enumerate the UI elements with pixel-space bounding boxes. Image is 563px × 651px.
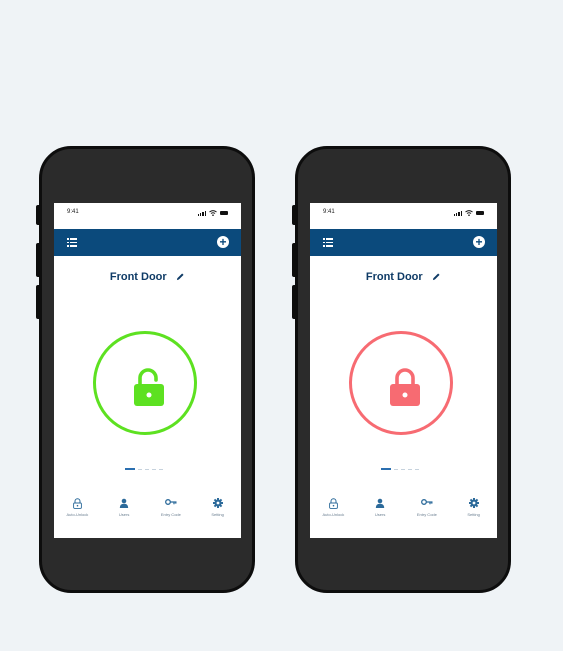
user-icon [375,498,385,508]
user-icon [119,498,129,508]
tab-auto-unlock[interactable]: Auto-Unlock [57,497,97,517]
app-bar: + [310,229,497,256]
door-header: Front Door [54,267,241,285]
tab-label: Users [374,512,386,517]
tab-auto-unlock[interactable]: Auto-Unlock [313,497,353,517]
page-dot[interactable] [401,468,405,470]
phone-unlocked: 9:41 + Front Door Auto-Unlock Users Entr… [36,146,255,593]
tab-users[interactable]: Users [104,497,144,517]
page-dot[interactable] [152,468,156,470]
status-time: 9:41 [67,209,79,215]
list-icon[interactable] [323,238,333,247]
plus-circle-icon[interactable]: + [217,236,229,248]
lock-outline-icon [329,497,338,509]
page-dot-active[interactable] [125,468,135,470]
volume-up-button [36,243,40,277]
page-indicator [381,468,419,470]
phone-locked: 9:41 + Front Door Auto-Unlock Users Entr… [292,146,511,593]
app-bar: + [54,229,241,256]
tab-label: Entry Code [416,512,437,517]
tab-setting[interactable]: Setting [198,497,238,517]
locked-padlock-icon [390,368,420,406]
status-icons [453,210,484,216]
tab-label: Setting [211,512,224,517]
lock-outline-icon [73,497,82,509]
mute-switch [36,205,40,225]
signal-icon [197,210,206,216]
wifi-icon [465,210,473,216]
door-title: Front Door [365,271,423,283]
page-dot[interactable] [408,468,412,470]
phone-screen: 9:41 + Front Door Auto-Unlock Users Entr… [54,203,241,538]
tab-entry-code[interactable]: Entry Code [407,497,447,517]
page-indicator [125,468,163,470]
status-time: 9:41 [323,209,335,215]
page-dot[interactable] [394,468,398,470]
key-icon [420,499,433,505]
pencil-icon[interactable] [432,272,441,281]
page-dot[interactable] [415,468,419,470]
gear-icon [212,498,223,508]
page-dot[interactable] [145,468,149,470]
page-dot[interactable] [159,468,163,470]
mute-switch [292,205,296,225]
tab-label: Auto-Unlock [66,512,89,517]
page-dot-active[interactable] [381,468,391,470]
gear-icon [468,498,479,508]
bottom-tab-bar: Auto-Unlock Users Entry Code Setting [54,497,241,517]
tab-label: Users [118,512,130,517]
tab-label: Auto-Unlock [322,512,345,517]
volume-up-button [292,243,296,277]
status-icons [197,210,228,216]
volume-down-button [292,285,296,319]
phone-screen: 9:41 + Front Door Auto-Unlock Users Entr… [310,203,497,538]
list-icon[interactable] [67,238,77,247]
tab-label: Setting [467,512,480,517]
battery-icon [476,211,484,215]
status-bar: 9:41 [54,203,241,229]
status-bar: 9:41 [310,203,497,229]
tab-entry-code[interactable]: Entry Code [151,497,191,517]
volume-down-button [36,285,40,319]
key-icon [164,499,177,505]
lock-toggle-button[interactable] [349,331,453,435]
tab-label: Entry Code [160,512,181,517]
lock-toggle-button[interactable] [93,331,197,435]
plus-circle-icon[interactable]: + [473,236,485,248]
page-dot[interactable] [138,468,142,470]
door-header: Front Door [310,267,497,285]
tab-setting[interactable]: Setting [454,497,494,517]
signal-icon [453,210,462,216]
bottom-tab-bar: Auto-Unlock Users Entry Code Setting [310,497,497,517]
battery-icon [220,211,228,215]
pencil-icon[interactable] [176,272,185,281]
door-title: Front Door [109,271,167,283]
wifi-icon [209,210,217,216]
tab-users[interactable]: Users [360,497,400,517]
unlocked-padlock-icon [134,368,164,406]
